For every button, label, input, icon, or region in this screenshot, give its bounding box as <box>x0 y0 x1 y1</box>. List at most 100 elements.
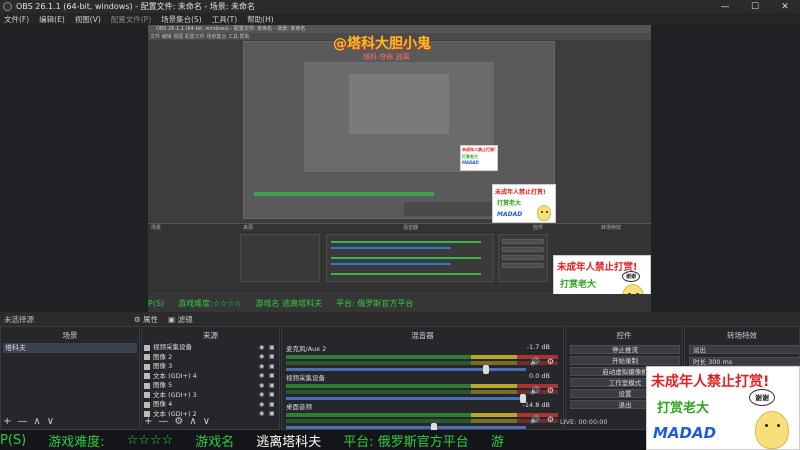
menu-item[interactable]: 场景集合(S) <box>161 14 202 25</box>
window-title: OBS 26.1.1 (64-bit, windows) - 配置文件: 未命名… <box>16 2 256 11</box>
sources-toolbar-button[interactable]: — <box>158 416 168 427</box>
nested-title-bar: OBS 26.1.1 (64-bit, windows) - 配置文件: 未命名… <box>148 25 651 33</box>
sources-toolbar-button[interactable]: + <box>144 416 152 427</box>
donation-card-overlay: 未成年人禁止打赏! 打赏老大 MADAD 谢谢 <box>646 366 800 450</box>
card-small-logo: MADAD <box>462 160 479 165</box>
scenes-toolbar-button[interactable]: ∧ <box>33 416 40 427</box>
eye-icon[interactable]: ◉ <box>259 354 266 360</box>
scene-item[interactable]: 塔科夫 <box>3 343 137 353</box>
gear-icon[interactable]: ⚙ <box>547 415 554 424</box>
volume-slider[interactable] <box>286 365 526 374</box>
nested-mixer-dock <box>326 234 494 282</box>
maximize-button[interactable]: ☐ <box>740 0 770 13</box>
sources-toolbar-button[interactable]: ∧ <box>189 416 196 427</box>
menu-item[interactable]: 工具(T) <box>212 14 237 25</box>
source-type-icon <box>144 401 150 408</box>
lock-icon[interactable]: ▣ <box>269 382 276 389</box>
menu-item[interactable]: 编辑(E) <box>39 14 65 25</box>
eye-icon[interactable]: ◉ <box>259 363 266 370</box>
eye-icon[interactable]: ◉ <box>259 392 266 398</box>
scenes-dock: 场景 塔科夫 + — ∧ ∨ <box>0 326 140 430</box>
filters-button[interactable]: ▣ 滤镜 <box>168 314 192 325</box>
scenes-toolbar-button[interactable]: + <box>3 416 11 427</box>
preview-area[interactable]: OBS 26.1.1 (64-bit, windows) - 配置文件: 未命名… <box>0 25 800 312</box>
title-bar: OBS 26.1.1 (64-bit, windows) - 配置文件: 未命名… <box>0 0 800 13</box>
source-type-icon <box>144 344 150 351</box>
volume-slider[interactable] <box>286 394 526 403</box>
overlay-title-text: @塔科大胆小鬼 <box>333 36 431 52</box>
volume-slider[interactable] <box>286 423 526 432</box>
scenes-toolbar-button[interactable]: ∨ <box>47 416 54 427</box>
volume-meter <box>286 384 558 388</box>
donation-card-small: 未成年人禁止打赏! 打赏老大 MADAD <box>460 145 498 171</box>
mixer-dock-title: 混音器 <box>411 331 434 340</box>
sources-toolbar-button[interactable]: ∨ <box>203 416 210 427</box>
sources-dock: 来源 视频采集设备 ◉ ▣ 图像 2 ◉ ▣ 图像 3 ◉ ▣ 文本 (GDI+) 4 ◉ ▣ 图像 5… <box>141 326 280 430</box>
scenes-toolbar-button[interactable]: — <box>17 416 27 427</box>
transition-duration[interactable]: 时长 300 ms <box>689 357 800 366</box>
lock-icon[interactable]: ▣ <box>269 373 276 379</box>
speaker-icon[interactable]: 🔊 <box>530 357 540 366</box>
eye-icon[interactable]: ◉ <box>259 373 266 379</box>
source-item[interactable]: 视频采集设备 ◉ ▣ <box>144 343 276 352</box>
gear-icon[interactable]: ⚙ <box>547 386 554 395</box>
volume-meter <box>286 419 558 423</box>
sources-toolbar: + — ⚙ ∧ ∨ <box>144 416 210 427</box>
ticker-segment: P(S) <box>0 432 27 448</box>
lock-icon[interactable]: ▣ <box>269 363 276 370</box>
mixer-track: 桌面音频 -14.8 dB 🔊 ⚙ <box>286 401 558 432</box>
speaker-icon[interactable]: 🔊 <box>530 415 540 424</box>
volume-meter <box>286 361 558 365</box>
eye-icon[interactable]: ◉ <box>259 382 266 389</box>
no-source-selected-label: 未选择源 <box>4 314 34 324</box>
source-item[interactable]: 图像 4 ◉ ▣ <box>144 400 276 409</box>
menu-item[interactable]: 视图(V) <box>75 14 101 25</box>
source-item[interactable]: 文本 (GDI+) 3 ◉ ▣ <box>144 391 276 400</box>
ticker-segment: 逃离塔科夫 <box>256 434 322 450</box>
nested-sources-dock <box>240 234 320 282</box>
menu-item[interactable]: 帮助(H) <box>247 14 274 25</box>
eye-icon[interactable]: ◉ <box>259 344 266 351</box>
close-button[interactable]: ✕ <box>770 0 800 13</box>
lock-icon[interactable]: ▣ <box>269 392 276 398</box>
lock-icon[interactable]: ▣ <box>269 401 276 408</box>
speaker-icon[interactable]: 🔊 <box>530 386 540 395</box>
volume-meter <box>286 413 558 417</box>
control-button[interactable]: 停止推流 <box>570 345 680 354</box>
source-name: 图像 4 <box>153 400 173 408</box>
live-status: LIVE: 00:00:00 <box>560 418 608 426</box>
mixer-track-name: 麦克风/Aux 2 <box>286 345 327 353</box>
nested-ticker-segment: 游戏难度:☆☆☆☆ <box>178 298 242 308</box>
eye-icon[interactable]: ◉ <box>259 411 266 417</box>
nested-controls-dock <box>498 234 548 282</box>
control-button[interactable]: 开始录制 <box>570 356 680 365</box>
properties-button[interactable]: ⚙ 属性 <box>134 314 158 325</box>
mixer-track: 视频采集设备 0.0 dB 🔊 ⚙ <box>286 372 558 403</box>
source-item[interactable]: 图像 3 ◉ ▣ <box>144 362 276 371</box>
lock-icon[interactable]: ▣ <box>269 411 276 417</box>
lock-icon[interactable]: ▣ <box>269 354 276 360</box>
menu-item[interactable]: 文件(F) <box>4 14 29 25</box>
source-type-icon <box>144 373 150 379</box>
transition-select[interactable]: 淡出 <box>689 345 800 354</box>
source-type-icon <box>144 392 150 398</box>
source-item[interactable]: 文本 (GDI+) 4 ◉ ▣ <box>144 372 276 381</box>
nested-tab-controls: 控件 <box>533 225 544 231</box>
lock-icon[interactable]: ▣ <box>269 344 276 351</box>
source-item[interactable]: 图像 5 ◉ ▣ <box>144 381 276 390</box>
ticker-segment: ☆☆☆☆ <box>126 432 174 448</box>
source-type-icon <box>144 382 150 389</box>
sources-toolbar-button[interactable]: ⚙ <box>174 416 183 427</box>
minimize-button[interactable]: — <box>710 0 740 13</box>
mixer-track-name: 视频采集设备 <box>286 374 325 382</box>
nested-ticker-segment: 游戏名 逃离塔科夫 <box>255 298 323 308</box>
menu-item[interactable]: 配置文件(P) <box>111 14 151 25</box>
source-name: 视频采集设备 <box>153 343 192 351</box>
dock-header-bar: 未选择源 ⚙ 属性 ▣ 滤镜 <box>0 312 800 326</box>
preview-canvas[interactable]: OBS 26.1.1 (64-bit, windows) - 配置文件: 未命名… <box>148 25 651 312</box>
sources-dock-title: 来源 <box>203 331 218 340</box>
nested-preview-3 <box>349 74 449 134</box>
eye-icon[interactable]: ◉ <box>259 401 266 408</box>
gear-icon[interactable]: ⚙ <box>547 357 554 366</box>
source-item[interactable]: 图像 2 ◉ ▣ <box>144 353 276 362</box>
